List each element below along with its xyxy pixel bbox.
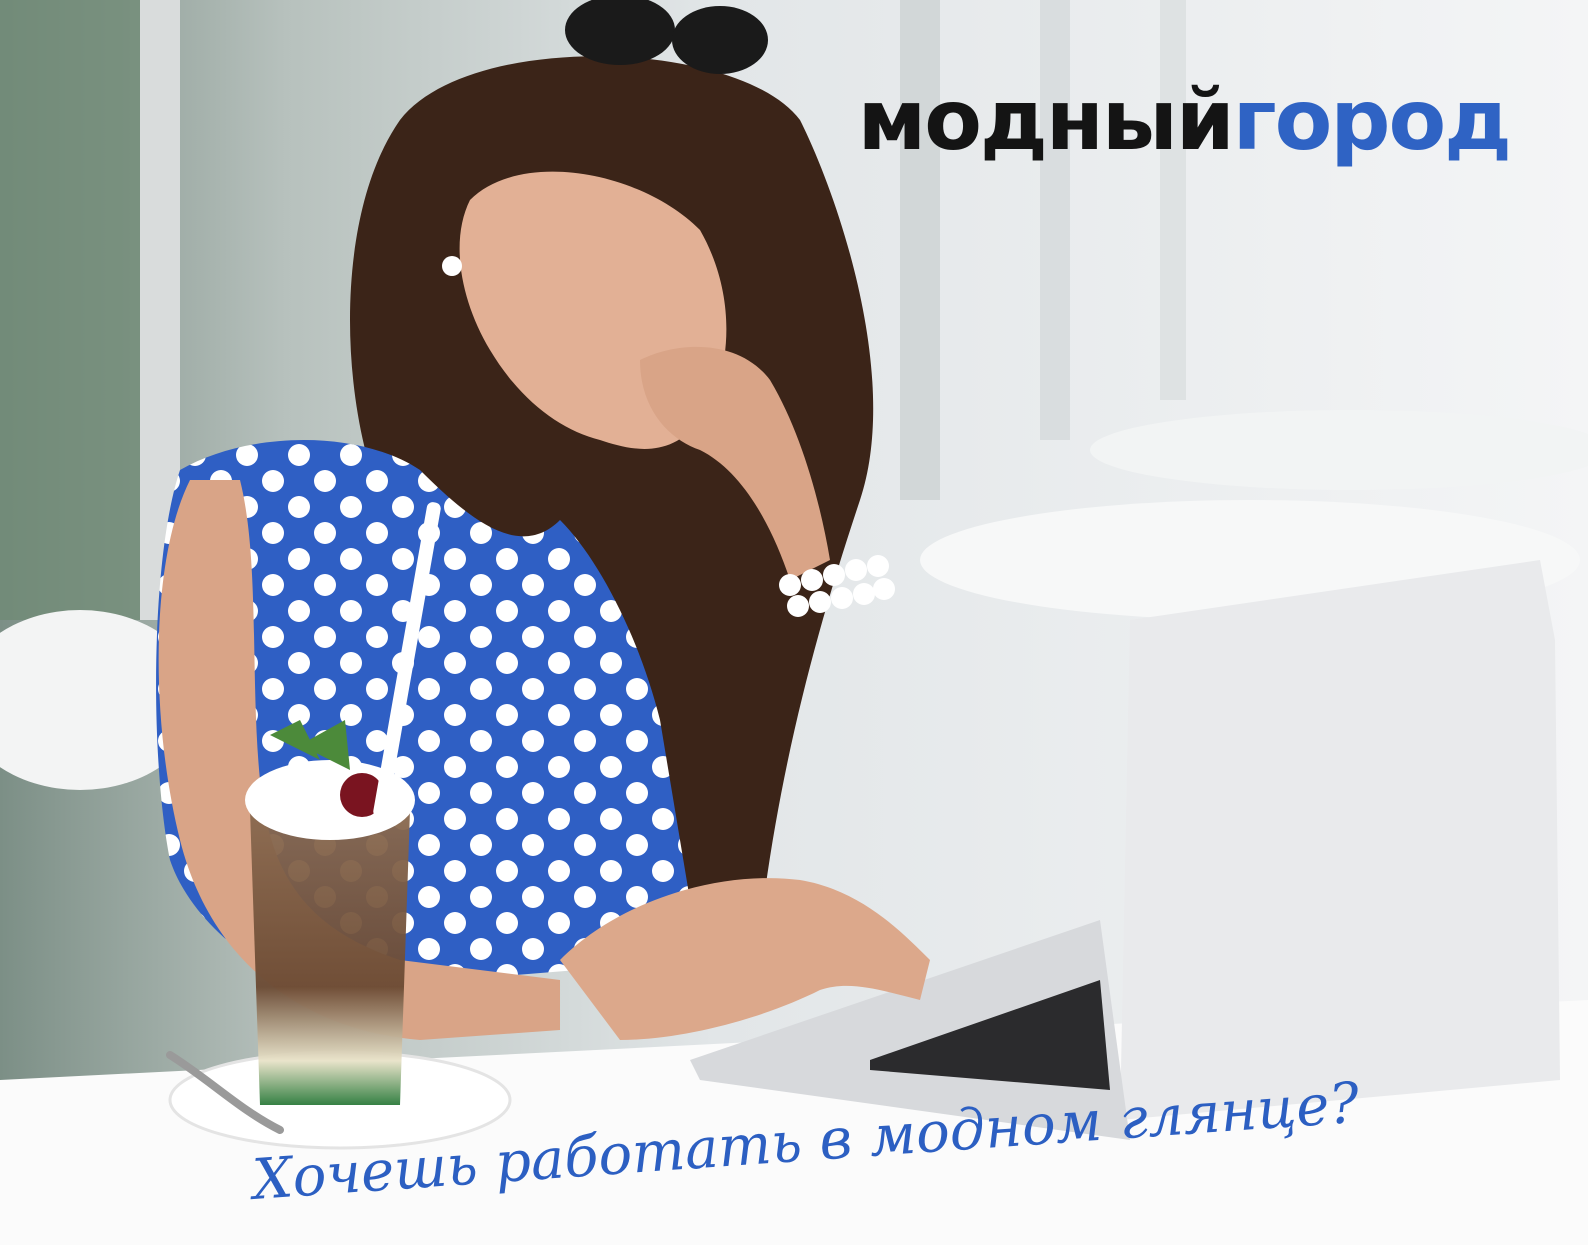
pillar xyxy=(1040,0,1070,440)
brand-word-2: город xyxy=(1232,71,1512,169)
iced-coffee-glass xyxy=(250,810,410,1105)
photo-scene xyxy=(0,0,1588,1245)
window-greenery xyxy=(0,0,160,620)
cafe-chairs xyxy=(1090,410,1588,490)
brand-word-1: модный xyxy=(857,71,1235,169)
ad-banner: модныйгород Хочешь работать в модном гля… xyxy=(0,0,1588,1245)
pillar xyxy=(1160,0,1186,400)
sunglasses xyxy=(672,6,768,74)
brand-logo: модныйгород xyxy=(858,78,1512,162)
earring xyxy=(442,256,462,276)
laptop-lid xyxy=(1120,560,1560,1120)
